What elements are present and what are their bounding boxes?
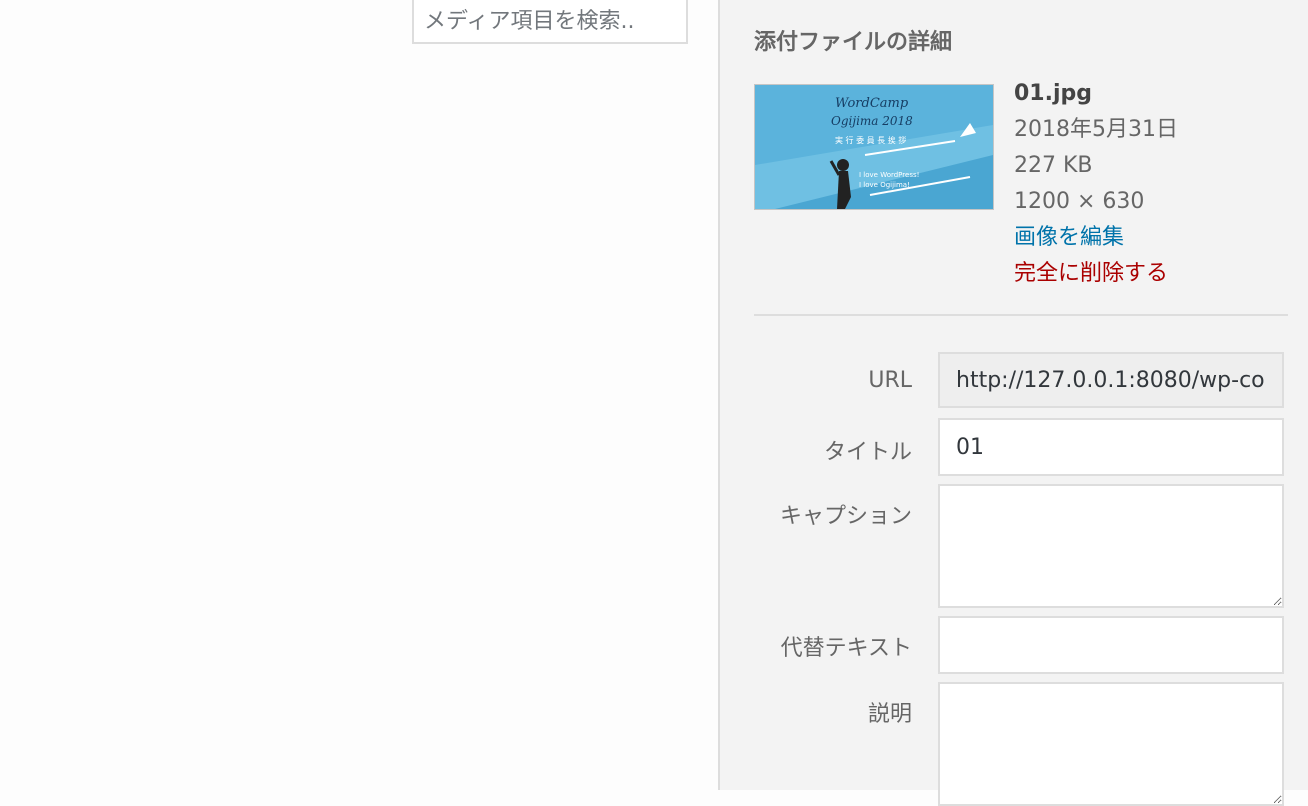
search-input[interactable] <box>412 0 688 44</box>
description-field[interactable] <box>938 682 1284 806</box>
url-label: URL <box>868 368 912 393</box>
attachment-details-heading: 添付ファイルの詳細 <box>754 30 953 55</box>
delete-permanently-link[interactable]: 完全に削除する <box>1014 256 1178 292</box>
description-label: 説明 <box>867 702 912 727</box>
thumbnail-text-greeting: 実 行 委 員 長 挨 拶 <box>835 135 906 145</box>
thumbnail-text-love-ogijima: I love Ogijima! <box>859 181 910 189</box>
thumbnail-text-love-wordpress: I love WordPress! <box>859 171 919 179</box>
attachment-meta: 01.jpg 2018年5月31日 227 KB 1200 × 630 画像を編… <box>1014 76 1178 292</box>
title-label: タイトル <box>823 440 912 465</box>
caption-field[interactable] <box>938 484 1284 608</box>
url-field[interactable] <box>938 352 1284 408</box>
alt-text-field[interactable] <box>938 616 1284 674</box>
caption-label: キャプション <box>779 504 912 529</box>
image-dimensions: 1200 × 630 <box>1014 189 1145 214</box>
filename: 01.jpg <box>1014 81 1093 106</box>
file-size: 227 KB <box>1014 153 1093 178</box>
thumbnail-text-ogijima: Ogijima 2018 <box>831 114 913 128</box>
divider <box>754 314 1288 316</box>
upload-date: 2018年5月31日 <box>1014 117 1178 142</box>
thumbnail-text-wordcamp: WordCamp <box>835 96 909 111</box>
edit-image-link[interactable]: 画像を編集 <box>1014 220 1178 256</box>
title-field[interactable] <box>938 418 1284 476</box>
thumbnail-image: WordCamp Ogijima 2018 実 行 委 員 長 挨 拶 I lo… <box>755 85 993 209</box>
attachment-details-panel: 添付ファイルの詳細 WordCamp Ogijima 2018 実 行 委 員 … <box>718 0 1308 806</box>
attachment-thumbnail[interactable]: WordCamp Ogijima 2018 実 行 委 員 長 挨 拶 I lo… <box>754 84 994 210</box>
alt-text-label: 代替テキスト <box>780 636 912 661</box>
